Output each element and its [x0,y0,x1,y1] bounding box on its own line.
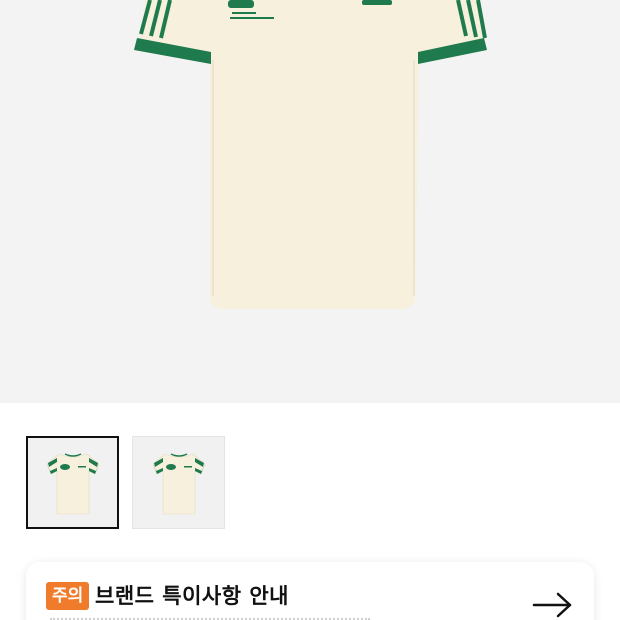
thumbnail-1[interactable] [26,436,119,529]
thumbnail-2[interactable] [132,436,225,529]
tshirt-thumbnail-image [46,452,99,514]
warning-badge: 주의 [46,582,90,610]
tshirt-body [210,0,420,309]
brand-notice-card[interactable]: 주의 브랜드 특이사항 안내 [26,562,594,620]
arrow-right-icon[interactable] [532,591,574,620]
thumbnail-strip [26,436,225,529]
brand-notice-title: 브랜드 특이사항 안내 [95,584,290,608]
product-image-area[interactable] [0,0,620,403]
tshirt-thumbnail-image [152,452,205,514]
product-image [134,0,487,309]
